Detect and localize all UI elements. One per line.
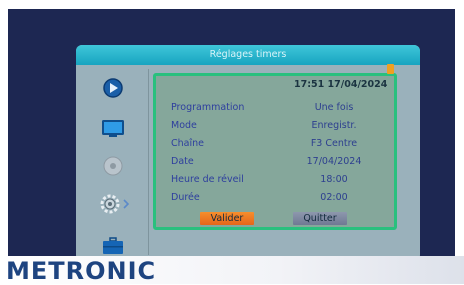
field-value[interactable]: 17/04/2024 <box>284 156 384 167</box>
field-label: Mode <box>171 120 197 131</box>
field-label: Chaîne <box>171 138 204 149</box>
field-row-date[interactable]: Date 17/04/2024 <box>171 156 393 169</box>
timer-settings-dialog: 17:51 17/04/2024 Programmation Une fois … <box>153 73 397 230</box>
field-label: Heure de réveil <box>171 174 244 185</box>
disc-icon[interactable] <box>100 155 126 177</box>
field-row-heure-de-reveil[interactable]: Heure de réveil 18:00 <box>171 174 393 187</box>
field-label: Programmation <box>171 102 245 113</box>
clock-datetime: 17:51 17/04/2024 <box>294 79 388 90</box>
briefcase-icon[interactable] <box>100 235 126 257</box>
field-label: Date <box>171 156 194 167</box>
field-row-chaine[interactable]: Chaîne F3 Centre <box>171 138 393 151</box>
tv-icon[interactable] <box>100 117 126 139</box>
tv-screen: Réglages timers 17:51 17/04/2024 Program… <box>8 9 455 261</box>
validate-button[interactable]: Valider <box>200 212 254 225</box>
field-row-programmation[interactable]: Programmation Une fois <box>171 102 393 115</box>
field-value[interactable]: 18:00 <box>284 174 384 185</box>
field-value[interactable]: F3 Centre <box>284 138 384 149</box>
window-title: Réglages timers <box>76 45 420 65</box>
field-value[interactable]: Enregistr. <box>284 120 384 131</box>
quit-button[interactable]: Quitter <box>293 212 347 225</box>
gear-icon[interactable] <box>98 193 132 215</box>
field-label: Durée <box>171 192 200 203</box>
brand-logo: METRONIC <box>6 257 157 285</box>
field-value[interactable]: Une fois <box>284 102 384 113</box>
field-row-duree[interactable]: Durée 02:00 <box>171 192 393 205</box>
field-row-mode[interactable]: Mode Enregistr. <box>171 120 393 133</box>
sidebar-menu <box>80 69 148 259</box>
field-value[interactable]: 02:00 <box>284 192 384 203</box>
play-icon[interactable] <box>100 77 126 99</box>
scroll-indicator <box>387 64 394 74</box>
sidebar-divider <box>148 69 149 255</box>
